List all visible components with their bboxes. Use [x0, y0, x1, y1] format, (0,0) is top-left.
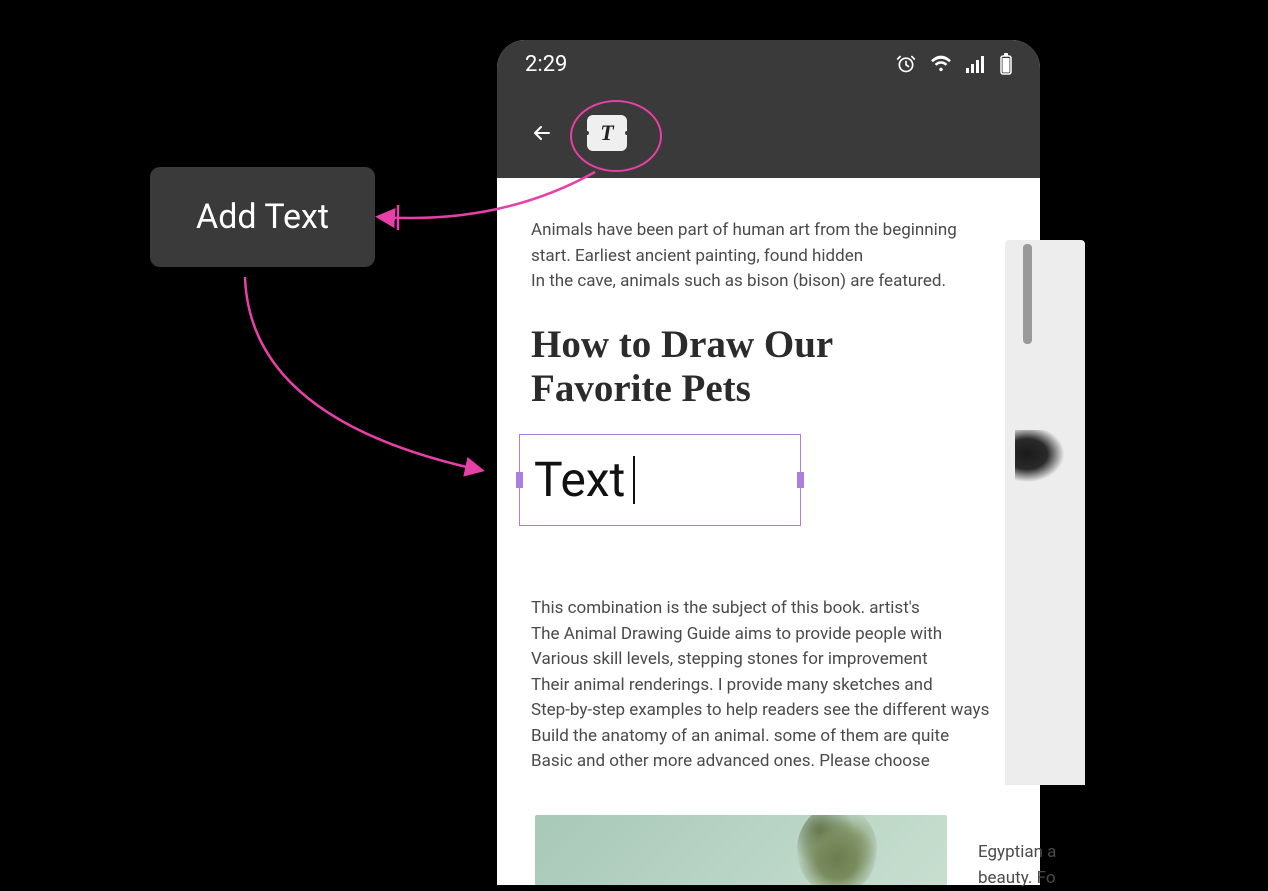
inserted-text-box[interactable]: Text [519, 434, 801, 526]
body-text: start. Earliest ancient painting, found … [531, 244, 1006, 270]
alarm-icon [896, 54, 916, 74]
document-heading: How to Draw Our Favorite Pets [531, 323, 1006, 413]
adjacent-page-text: Egyptian a beauty. Fo [978, 840, 1056, 891]
adjacent-page-peek [1005, 240, 1085, 785]
body-text: Various skill levels, stepping stones fo… [531, 647, 1006, 673]
body-text: This combination is the subject of this … [531, 596, 1006, 622]
signal-icon [966, 55, 986, 73]
callout-label: Add Text [196, 197, 329, 237]
resize-handle-left[interactable] [516, 472, 523, 488]
back-button[interactable] [525, 116, 559, 150]
body-text: Animals have been part of human art from… [531, 218, 1006, 244]
arrow-left-icon [530, 121, 554, 145]
body-text: Their animal renderings. I provide many … [531, 673, 1006, 699]
body-text: In the cave, animals such as bison (biso… [531, 269, 1006, 295]
body-text: Build the anatomy of an animal. some of … [531, 724, 1006, 750]
body-text: The Animal Drawing Guide aims to provide… [531, 622, 1006, 648]
document-canvas[interactable]: Animals have been part of human art from… [497, 178, 1040, 885]
status-time: 2:29 [525, 52, 567, 77]
adjacent-page-image [1015, 430, 1075, 490]
heading-line: Favorite Pets [531, 367, 751, 410]
document-image-placeholder [535, 815, 947, 885]
resize-handle-right[interactable] [797, 472, 804, 488]
scrollbar-thumb[interactable] [1023, 244, 1032, 344]
body-text: Step-by-step examples to help readers se… [531, 698, 1006, 724]
annotation-highlight-ellipse [570, 100, 662, 172]
wifi-icon [930, 55, 952, 73]
side-text-line: beauty. Fo [978, 866, 1056, 891]
heading-line: How to Draw Our [531, 323, 833, 366]
side-text-line: Egyptian a [978, 840, 1056, 866]
status-icons [896, 53, 1012, 75]
status-bar: 2:29 [497, 40, 1040, 88]
body-text: Basic and other more advanced ones. Plea… [531, 749, 1006, 775]
text-box-content[interactable]: Text [534, 444, 625, 516]
add-text-callout: Add Text [150, 167, 375, 267]
text-cursor [633, 456, 635, 504]
phone-screen: 2:29 T Animals have been part of human a… [497, 40, 1040, 885]
battery-icon [1000, 53, 1012, 75]
